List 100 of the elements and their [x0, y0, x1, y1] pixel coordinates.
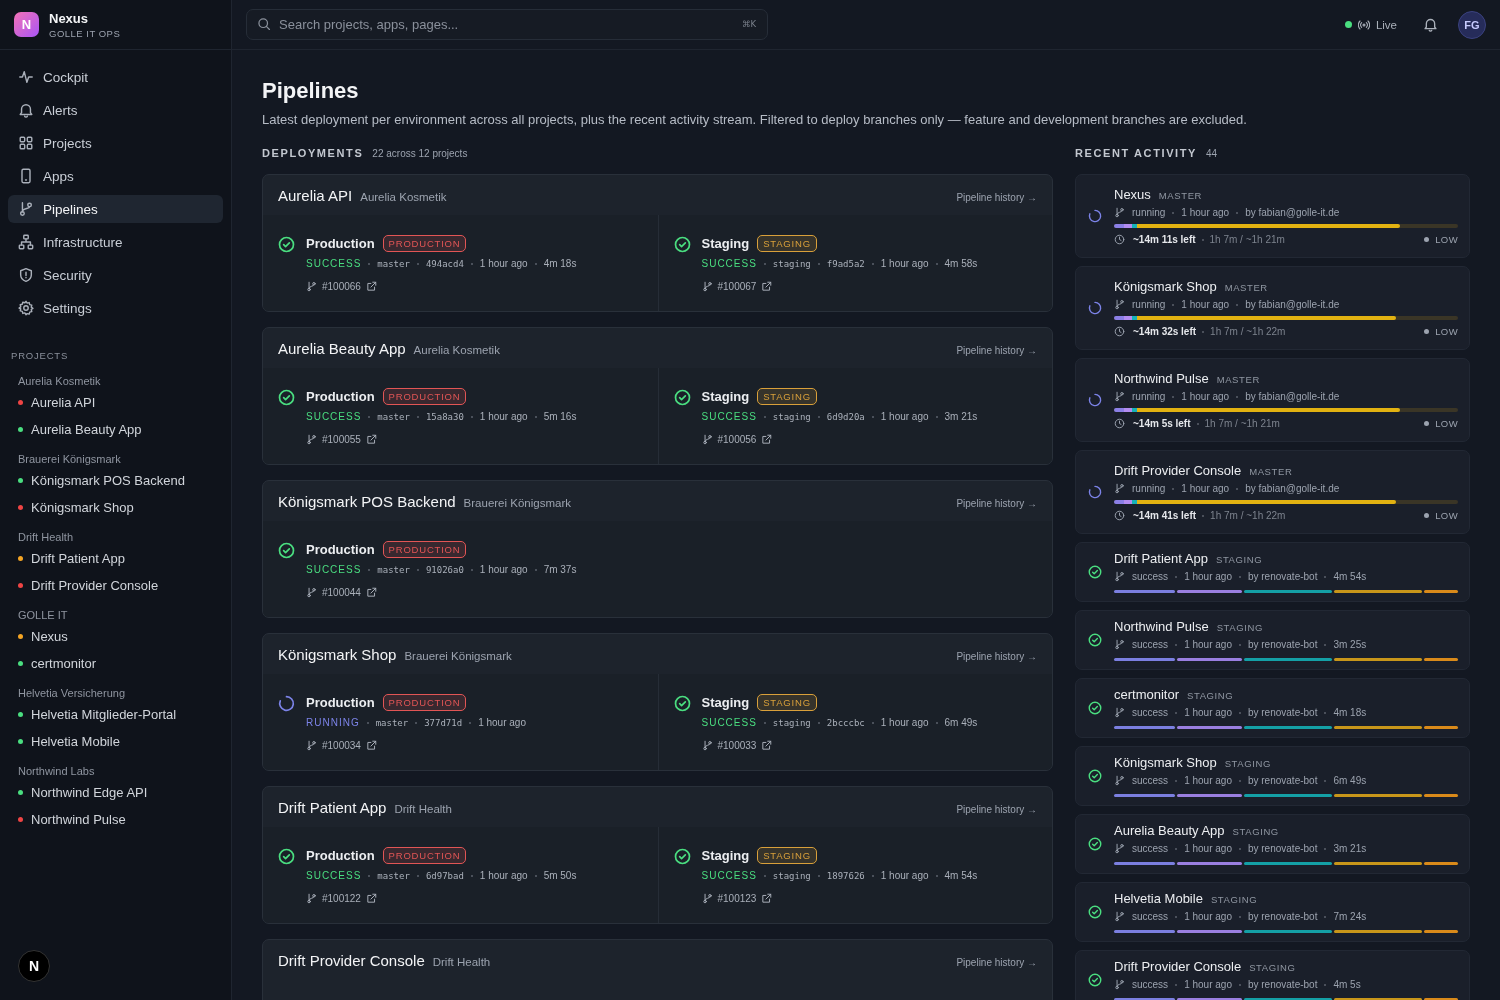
check-circle-icon: [278, 542, 295, 559]
pipeline-link[interactable]: #100033: [717, 740, 757, 751]
pipeline-history-link[interactable]: Pipeline history →: [956, 498, 1037, 509]
external-link-icon[interactable]: [761, 893, 773, 904]
external-link-icon[interactable]: [365, 281, 377, 292]
project-item[interactable]: Northwind Pulse: [0, 806, 231, 833]
branch-icon: [1114, 391, 1125, 402]
external-link-icon[interactable]: [761, 740, 773, 751]
pulse-icon: [18, 69, 34, 85]
status-label: SUCCESS: [306, 564, 362, 575]
nav-item[interactable]: Alerts: [8, 96, 223, 124]
pipeline-link[interactable]: #100056: [717, 434, 757, 445]
branch-icon: [701, 281, 713, 292]
project-item[interactable]: Nexus: [0, 623, 231, 650]
nav-item[interactable]: Security: [8, 261, 223, 289]
pipeline-link[interactable]: #100044: [322, 587, 361, 598]
project-name: Aurelia Beauty App: [31, 422, 142, 437]
project-item[interactable]: Königsmark Shop: [0, 494, 231, 521]
clock-icon: [1114, 418, 1125, 429]
project-item[interactable]: Drift Patient App: [0, 545, 231, 572]
external-link-icon[interactable]: [365, 893, 377, 904]
elapsed-time: 1h 7m / ~1h 22m: [1210, 326, 1286, 337]
branch-icon: [306, 587, 317, 598]
external-link-icon[interactable]: [761, 281, 773, 292]
nav-item[interactable]: Apps: [8, 162, 223, 190]
environment-name: Staging: [701, 695, 750, 710]
elapsed-time: 1h 7m / ~1h 21m: [1204, 418, 1280, 429]
environment-badge: STAGING: [757, 694, 817, 711]
pipeline-history-link[interactable]: Pipeline history →: [956, 345, 1037, 356]
duration: 5m 16s: [543, 411, 577, 422]
nav-item[interactable]: Cockpit: [8, 63, 223, 91]
branch-name: staging: [772, 258, 811, 269]
pipeline-history-link[interactable]: Pipeline history →: [956, 651, 1037, 662]
duration: 7m 37s: [543, 564, 577, 575]
pipeline-history-link[interactable]: Pipeline history →: [956, 804, 1037, 815]
organization-name: Brauerei Königsmark: [463, 497, 571, 509]
pipeline-link[interactable]: #100066: [322, 281, 361, 292]
branch-icon: [1114, 299, 1125, 310]
pipeline-link[interactable]: #100123: [717, 893, 757, 904]
project-item[interactable]: Aurelia API: [0, 389, 231, 416]
branch-label: STAGING: [1187, 690, 1234, 701]
spinner-icon: [1088, 485, 1102, 499]
external-link-icon[interactable]: [365, 740, 377, 751]
project-name: certmonitor: [31, 656, 97, 671]
branch-icon: [1114, 571, 1125, 582]
pipeline-link[interactable]: #100055: [322, 434, 361, 445]
dev-tools-button[interactable]: N: [18, 950, 50, 982]
nav-item[interactable]: Projects: [8, 129, 223, 157]
duration: 3m 21s: [1333, 843, 1367, 854]
external-link-icon[interactable]: [761, 434, 773, 445]
environment-badge: PRODUCTION: [382, 541, 467, 558]
clock-icon: [1114, 326, 1125, 337]
nav-item[interactable]: Settings: [8, 294, 223, 322]
external-link-icon[interactable]: [365, 434, 377, 445]
branch-label: MASTER: [1249, 466, 1293, 477]
run-status: success: [1132, 571, 1169, 582]
branch-icon: [306, 281, 317, 292]
clock-icon: [1114, 234, 1125, 245]
project-item[interactable]: Helvetia Mobile: [0, 728, 231, 755]
settings-icon: [18, 300, 34, 316]
pipeline-history-link[interactable]: Pipeline history →: [956, 192, 1037, 203]
author: by fabian@golle-it.de: [1245, 391, 1340, 402]
time-remaining: ~14m 32s left: [1133, 326, 1197, 337]
time-ago: 1 hour ago: [478, 717, 526, 728]
branch-icon: [306, 740, 317, 751]
project-item[interactable]: Northwind Edge API: [0, 779, 231, 806]
priority-dot: [1424, 513, 1430, 518]
commit-hash: f9ad5a2: [826, 258, 865, 269]
environment-badge: PRODUCTION: [382, 388, 467, 405]
project-name: Aurelia Beauty App: [1114, 823, 1225, 838]
external-link-icon[interactable]: [365, 587, 377, 598]
branch-label: STAGING: [1216, 622, 1263, 633]
spinner-icon: [1088, 209, 1102, 223]
project-item[interactable]: Königsmark POS Backend: [0, 467, 231, 494]
project-name: Northwind Pulse: [1114, 619, 1209, 634]
author: by renovate-bot: [1247, 571, 1318, 582]
environment-name: Production: [306, 848, 375, 863]
page-title: Pipelines: [262, 78, 360, 104]
pipeline-link[interactable]: #100122: [322, 893, 361, 904]
notifications-icon[interactable]: [1423, 17, 1438, 32]
commit-hash: 377d71d: [424, 717, 463, 728]
project-item[interactable]: Drift Provider Console: [0, 572, 231, 599]
elapsed-time: 1h 7m / ~1h 21m: [1209, 234, 1285, 245]
environment-name: Staging: [701, 236, 750, 251]
project-name: Königsmark Shop: [1114, 755, 1217, 770]
status-label: SUCCESS: [306, 870, 362, 881]
branch-icon: [1114, 775, 1125, 786]
run-status: running: [1132, 483, 1166, 494]
nav-item[interactable]: Infrastructure: [8, 228, 223, 256]
user-avatar[interactable]: FG: [1458, 10, 1486, 39]
pipeline-link[interactable]: #100034: [322, 740, 361, 751]
project-item[interactable]: Aurelia Beauty App: [0, 416, 231, 443]
time-remaining: ~14m 5s left: [1133, 418, 1191, 429]
project-name: Aurelia API: [31, 395, 96, 410]
nav-item[interactable]: Pipelines: [8, 195, 223, 223]
pipeline-history-link[interactable]: Pipeline history →: [956, 957, 1037, 968]
pipeline-link[interactable]: #100067: [717, 281, 757, 292]
project-item[interactable]: certmonitor: [0, 650, 231, 677]
time-ago: 1 hour ago: [479, 411, 528, 422]
project-item[interactable]: Helvetia Mitglieder-Portal: [0, 701, 231, 728]
